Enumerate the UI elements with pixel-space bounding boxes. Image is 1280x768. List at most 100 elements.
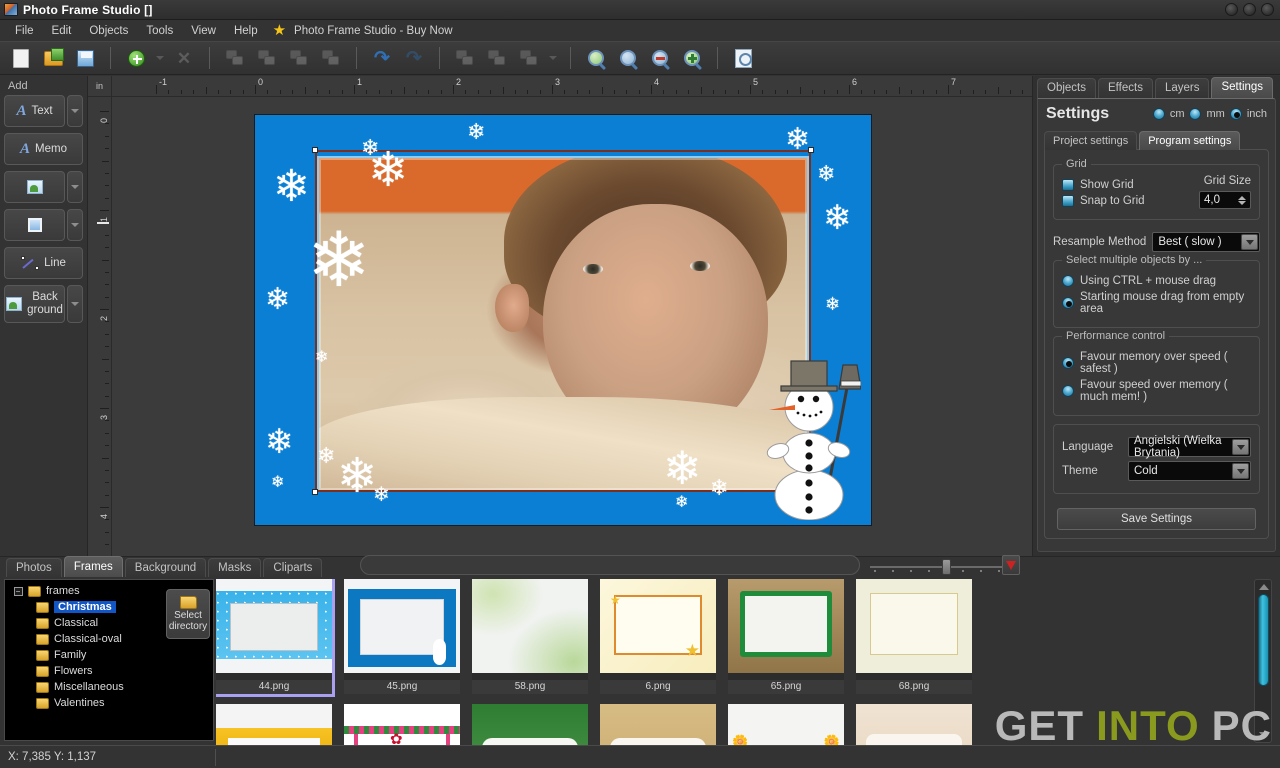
menu-file[interactable]: File [6,23,43,39]
print-preview-icon[interactable] [728,44,758,72]
perf-memory-radio[interactable] [1062,357,1074,369]
align-left-icon[interactable] [220,44,250,72]
redo-icon[interactable]: ↷ [399,44,429,72]
show-grid-checkbox[interactable] [1062,179,1074,191]
zoom-in-icon[interactable] [677,44,707,72]
zoom-actual-icon[interactable] [613,44,643,72]
thumbnail-item[interactable] [216,704,332,745]
theme-select[interactable]: Cold [1128,461,1251,481]
add-line-button[interactable]: Line [4,247,83,279]
show-grid-row[interactable]: Show Grid [1062,179,1199,191]
grid-size-stepper[interactable]: 4,0 [1199,191,1251,209]
add-object-dropdown-icon[interactable] [153,44,167,72]
browser-tab-masks[interactable]: Masks [208,558,261,577]
snap-to-grid-row[interactable]: Snap to Grid [1062,195,1199,207]
browser-tab-photos[interactable]: Photos [6,558,62,577]
save-settings-button[interactable]: Save Settings [1057,508,1256,530]
open-folder-icon[interactable] [38,44,68,72]
scroll-down-icon[interactable] [1259,732,1269,738]
select-multiple-ctrl-radio[interactable] [1062,275,1074,287]
thumbnail-size-slider[interactable] [870,559,1010,575]
add-text-dropdown[interactable] [67,95,83,127]
subtab-program-settings[interactable]: Program settings [1139,131,1240,150]
pin-panel-button[interactable] [1002,555,1020,575]
delete-object-icon[interactable]: ✕ [169,44,199,72]
tab-settings[interactable]: Settings [1211,77,1273,98]
subtab-project-settings[interactable]: Project settings [1044,131,1137,150]
save-icon[interactable] [70,44,100,72]
add-image-dropdown[interactable] [67,171,83,203]
browser-tab-frames[interactable]: Frames [64,556,123,577]
thumbnail-item[interactable]: 44.png [216,579,332,694]
thumbnail-item[interactable] [472,704,588,745]
align-right-icon[interactable] [284,44,314,72]
thumbnail-item[interactable]: 🌼 🌼 [728,704,844,745]
tree-item-family[interactable]: Family [8,647,213,663]
zoom-fit-icon[interactable] [581,44,611,72]
thumbnail-grid[interactable]: 44.png 45.png 58.png [216,579,1246,745]
selection-handle-tr[interactable] [808,147,814,153]
tab-effects[interactable]: Effects [1098,78,1153,98]
scrollbar-thumb[interactable] [1258,594,1269,686]
arrange-icon[interactable] [514,44,544,72]
new-document-icon[interactable] [6,44,36,72]
resample-method-select[interactable]: Best ( slow ) [1152,232,1260,252]
thumbnail-size-slider-handle[interactable] [942,559,951,575]
minimize-button[interactable] [1225,3,1238,16]
add-text-button[interactable]: A Text [4,95,65,127]
arrange-dropdown-icon[interactable] [546,44,560,72]
undo-icon[interactable]: ↶ [367,44,397,72]
canvas-area[interactable]: ❄ ❄ ❄ ❄ ❄ ❄ ❄ ❄ ❄ ❄ ❄ ❄ ❄ ❄ ❄ ❄ ❄ ❄ ❄ [112,97,1032,556]
browser-tab-background[interactable]: Background [125,558,206,577]
tree-item-miscellaneous[interactable]: Miscellaneous [8,679,213,695]
grid-size-arrows[interactable] [1238,196,1246,205]
menu-tools[interactable]: Tools [137,23,182,39]
align-distribute-icon[interactable] [316,44,346,72]
unit-radio-mm[interactable] [1189,108,1201,120]
menu-edit[interactable]: Edit [43,23,81,39]
select-multiple-ctrl-row[interactable]: Using CTRL + mouse drag [1062,275,1251,287]
tab-objects[interactable]: Objects [1037,78,1096,98]
add-shape-dropdown[interactable] [67,209,83,241]
tree-item-valentines[interactable]: Valentines [8,695,213,711]
close-button[interactable] [1261,3,1274,16]
thumbnail-item[interactable]: 58.png [472,579,588,694]
selection-handle-tl[interactable] [312,147,318,153]
snap-to-grid-checkbox[interactable] [1062,195,1074,207]
horizontal-ruler[interactable]: -101234567 [112,76,1032,97]
select-multiple-empty-row[interactable]: Starting mouse drag from empty area [1062,291,1251,315]
select-directory-button[interactable]: Select directory [166,589,210,639]
buy-now-link[interactable]: Photo Frame Studio - Buy Now [290,23,457,39]
ungroup-icon[interactable] [482,44,512,72]
browser-tab-cliparts[interactable]: Cliparts [263,558,322,577]
menu-objects[interactable]: Objects [80,23,137,39]
menu-view[interactable]: View [182,23,225,39]
unit-radio-cm[interactable] [1153,108,1165,120]
group-icon[interactable] [450,44,480,72]
thumbnail-item[interactable]: ✿ [344,704,460,745]
filter-input[interactable] [360,555,860,575]
align-center-icon[interactable] [252,44,282,72]
artboard[interactable]: ❄ ❄ ❄ ❄ ❄ ❄ ❄ ❄ ❄ ❄ ❄ ❄ ❄ ❄ ❄ ❄ ❄ ❄ ❄ [255,115,871,525]
thumbnail-item[interactable]: 65.png [728,579,844,694]
thumbnail-item[interactable] [600,704,716,745]
maximize-button[interactable] [1243,3,1256,16]
tree-item-flowers[interactable]: Flowers [8,663,213,679]
perf-speed-radio[interactable] [1062,385,1074,397]
add-background-dropdown[interactable] [67,285,83,323]
thumbnail-scrollbar[interactable] [1254,579,1272,743]
perf-memory-row[interactable]: Favour memory over speed ( safest ) [1062,351,1251,375]
add-object-icon[interactable] [121,44,151,72]
zoom-out-icon[interactable] [645,44,675,72]
unit-radio-inch[interactable] [1230,108,1242,120]
add-background-button[interactable]: Back ground [4,285,65,323]
tab-layers[interactable]: Layers [1155,78,1210,98]
add-shape-button[interactable] [4,209,65,241]
add-memo-button[interactable]: A Memo [4,133,83,165]
thumbnail-item[interactable]: 68.png [856,579,972,694]
vertical-ruler[interactable]: 01234 [88,97,112,556]
language-select[interactable]: Angielski (Wielka Brytania) [1128,437,1251,457]
photo-object[interactable] [317,156,809,492]
thumbnail-item[interactable] [856,704,972,745]
selection-handle-bl[interactable] [312,489,318,495]
